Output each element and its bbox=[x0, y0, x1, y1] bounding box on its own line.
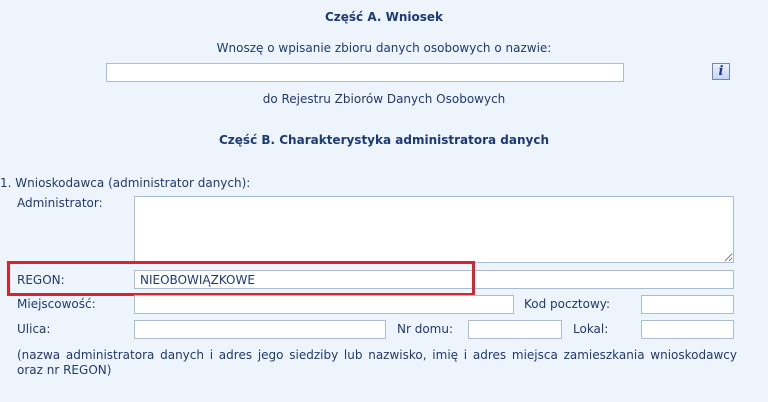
address-note: (nazwa administratora danych i adres jeg… bbox=[17, 348, 737, 377]
dataset-name-input[interactable] bbox=[106, 63, 624, 82]
house-number-label: Nr domu: bbox=[397, 322, 454, 336]
house-number-input[interactable] bbox=[468, 320, 562, 339]
street-label: Ulica: bbox=[17, 322, 51, 336]
apartment-label: Lokal: bbox=[573, 322, 609, 336]
street-input[interactable] bbox=[134, 320, 386, 339]
apartment-input[interactable] bbox=[641, 320, 734, 339]
city-label: Miejscowość: bbox=[17, 297, 96, 311]
postal-code-input[interactable] bbox=[641, 295, 734, 314]
city-input[interactable] bbox=[134, 295, 514, 314]
part-a-suffix: do Rejestru Zbiorów Danych Osobowych bbox=[262, 92, 506, 106]
section-1-heading: 1. Wnioskodawca (administrator danych): bbox=[0, 176, 251, 190]
part-a-prompt: Wnoszę o wpisanie zbioru danych osobowyc… bbox=[216, 41, 552, 55]
postal-code-label: Kod pocztowy: bbox=[524, 297, 611, 311]
administrator-label: Administrator: bbox=[17, 196, 103, 210]
part-a-title: Część A. Wniosek bbox=[324, 10, 443, 24]
part-b-title: Część B. Charakterystyka administratora … bbox=[219, 133, 549, 147]
info-icon[interactable]: i bbox=[712, 63, 730, 80]
regon-highlight-box bbox=[7, 261, 475, 296]
administrator-textarea[interactable] bbox=[134, 196, 734, 263]
